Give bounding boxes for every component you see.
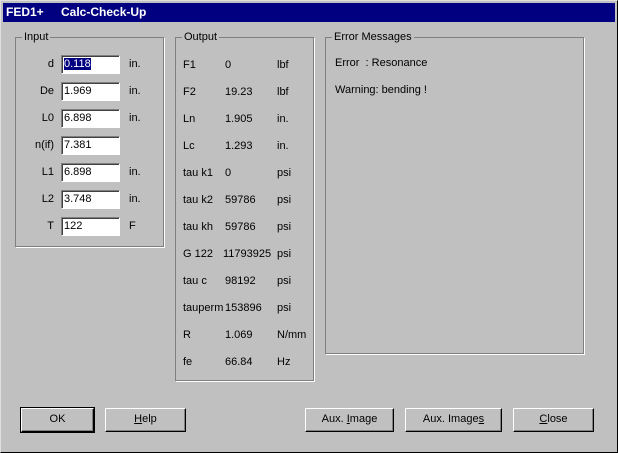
input-label-nif: n(if) bbox=[35, 139, 54, 151]
input-unit-l2: in. bbox=[129, 193, 141, 205]
aux-image-label-pre: Aux. bbox=[321, 413, 347, 425]
input-value-d: 0.118 bbox=[64, 58, 91, 70]
output-label: F2 bbox=[183, 86, 196, 98]
output-unit: N/mm bbox=[277, 329, 307, 341]
output-unit: in. bbox=[277, 113, 289, 125]
help-button[interactable]: Help bbox=[105, 408, 186, 432]
input-unit-t: F bbox=[129, 220, 136, 232]
output-label: G 122 bbox=[183, 248, 213, 260]
input-field-l1[interactable]: 6.898 bbox=[61, 163, 120, 182]
output-unit: psi bbox=[277, 194, 292, 206]
output-unit: lbf bbox=[277, 59, 289, 71]
window-title: Calc-Check-Up bbox=[61, 5, 147, 19]
output-value: 0 bbox=[225, 59, 232, 71]
output-label: F1 bbox=[183, 59, 196, 71]
input-legend: Input bbox=[24, 31, 49, 43]
output-value: 1.293 bbox=[225, 140, 253, 152]
input-field-nif[interactable]: 7.381 bbox=[61, 136, 120, 155]
output-value: 59786 bbox=[225, 194, 256, 206]
app-name: FED1+ bbox=[6, 5, 44, 19]
input-field-d[interactable]: 0.118 bbox=[61, 55, 120, 74]
input-label-l2: L2 bbox=[41, 193, 54, 205]
output-value: 98192 bbox=[225, 275, 256, 287]
output-label: Ln bbox=[183, 113, 196, 125]
input-label-l1: L1 bbox=[41, 166, 54, 178]
output-unit: psi bbox=[277, 167, 292, 179]
output-label: Lc bbox=[183, 140, 195, 152]
input-unit-de: in. bbox=[129, 85, 141, 97]
input-label-t: T bbox=[47, 220, 54, 232]
output-value: 0 bbox=[225, 167, 232, 179]
output-value: 59786 bbox=[225, 221, 256, 233]
output-unit: psi bbox=[277, 275, 292, 287]
close-label: lose bbox=[547, 413, 568, 425]
output-value: 11793925 bbox=[223, 248, 272, 260]
aux-image-label: mage bbox=[349, 413, 378, 425]
error-messages-legend: Error Messages bbox=[334, 31, 412, 43]
output-unit: lbf bbox=[277, 86, 289, 98]
title-bar[interactable]: FED1+ Calc-Check-Up bbox=[3, 3, 615, 22]
output-value: 1.905 bbox=[225, 113, 253, 125]
warning-message: Warning: bending ! bbox=[335, 84, 427, 96]
close-button[interactable]: Close bbox=[513, 408, 594, 432]
aux-images-button[interactable]: Aux. Images bbox=[405, 408, 502, 432]
input-field-t[interactable]: 122 bbox=[61, 217, 120, 236]
input-label-d: d bbox=[47, 58, 54, 70]
ok-button[interactable]: OK bbox=[20, 407, 95, 433]
input-field-l0[interactable]: 6.898 bbox=[61, 109, 120, 128]
output-unit: psi bbox=[277, 221, 292, 233]
output-unit: psi bbox=[277, 302, 292, 314]
aux-images-mnemonic: s bbox=[478, 413, 485, 425]
output-unit: in. bbox=[277, 140, 289, 152]
output-value: 1.069 bbox=[225, 329, 253, 341]
help-label: elp bbox=[142, 413, 157, 425]
output-value: 19.23 bbox=[225, 86, 253, 98]
output-label: tauperm bbox=[183, 302, 224, 314]
output-value: 153896 bbox=[225, 302, 262, 314]
input-unit-l0: in. bbox=[129, 112, 141, 124]
input-label-l0: L0 bbox=[41, 112, 54, 124]
output-unit: psi bbox=[277, 248, 292, 260]
aux-images-label-pre: Aux. Image bbox=[422, 413, 479, 425]
output-label: tau kh bbox=[183, 221, 213, 233]
output-label: tau c bbox=[183, 275, 207, 287]
output-unit: Hz bbox=[277, 356, 291, 368]
aux-image-button[interactable]: Aux. Image bbox=[305, 408, 394, 432]
input-unit-l1: in. bbox=[129, 166, 141, 178]
dialog-window: FED1+ Calc-Check-Up Input d 0.118 in. De… bbox=[0, 0, 618, 453]
output-label: R bbox=[183, 329, 191, 341]
output-label: fe bbox=[183, 356, 193, 368]
input-field-de[interactable]: 1.969 bbox=[61, 82, 120, 101]
help-mnemonic: H bbox=[134, 413, 143, 425]
output-label: tau k1 bbox=[183, 167, 213, 179]
input-unit-d: in. bbox=[129, 58, 141, 70]
output-label: tau k2 bbox=[183, 194, 213, 206]
error-message: Error : Resonance bbox=[335, 57, 428, 69]
output-legend: Output bbox=[184, 31, 218, 43]
input-label-de: De bbox=[39, 85, 54, 97]
input-field-l2[interactable]: 3.748 bbox=[61, 190, 120, 209]
output-value: 66.84 bbox=[225, 356, 253, 368]
error-messages-group: Error Messages bbox=[325, 31, 584, 354]
